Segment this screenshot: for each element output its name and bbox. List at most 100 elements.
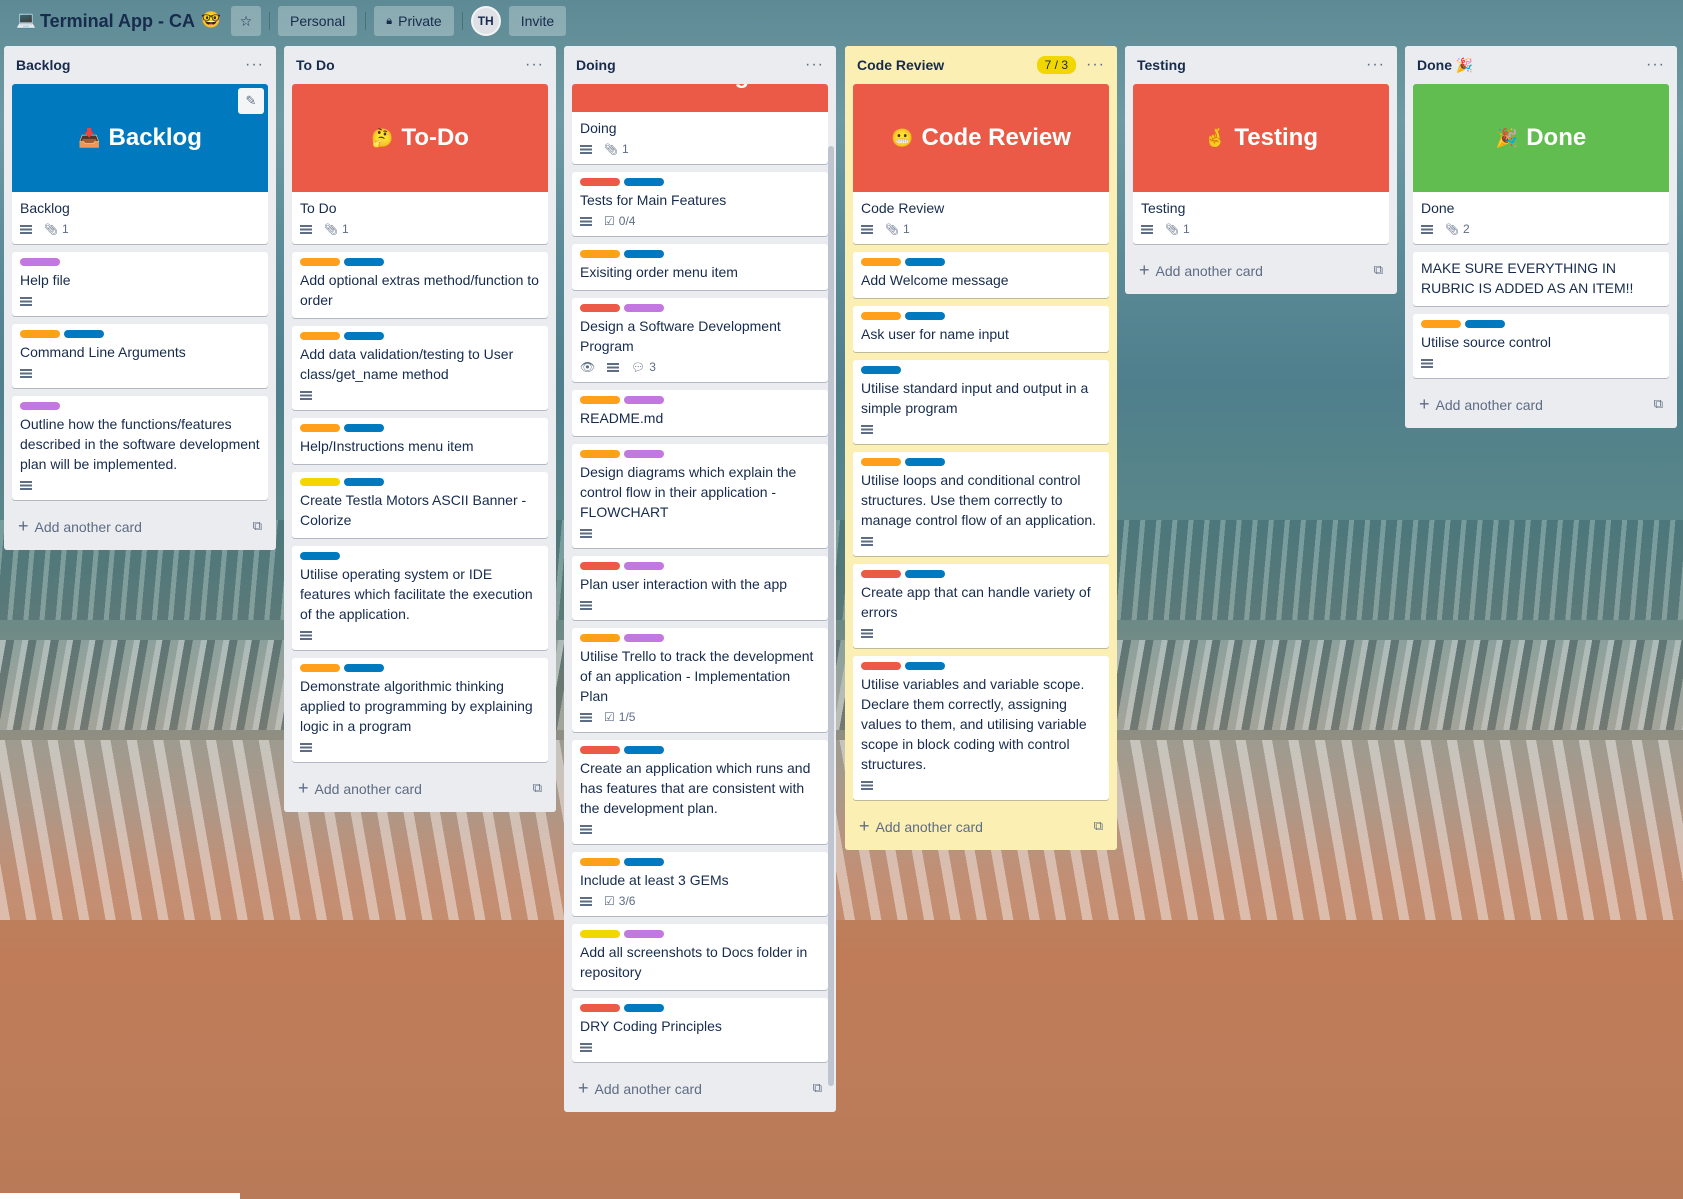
card[interactable]: Add Welcome message [853, 252, 1109, 298]
cover-card[interactable]: 📥 Backlog ✎ Backlog 📎︎ 1 [12, 84, 268, 244]
label-blue[interactable] [905, 662, 945, 670]
label-blue[interactable] [861, 366, 901, 374]
list-menu-icon[interactable]: ··· [525, 56, 544, 74]
template-icon[interactable]: ⧉ [1654, 396, 1663, 412]
list-title[interactable]: To Do [296, 57, 335, 73]
template-icon[interactable]: ⧉ [1374, 262, 1383, 278]
label-orange[interactable] [861, 458, 901, 466]
list-title[interactable]: Backlog [16, 57, 70, 73]
label-blue[interactable] [624, 858, 664, 866]
add-card-button[interactable]: + Add another card ⧉ [292, 770, 548, 806]
card[interactable]: Design a Software Development Program 👁︎ 💬… [572, 298, 828, 382]
label-red[interactable] [580, 746, 620, 754]
template-icon[interactable]: ⧉ [533, 780, 542, 796]
cover-card[interactable]: 🎉 Done Done 📎︎ 2 [1413, 84, 1669, 244]
label-yellow[interactable] [580, 930, 620, 938]
cover-card[interactable]: 😬DoingDoing📎︎1 [572, 84, 828, 164]
label-blue[interactable] [624, 178, 664, 186]
add-card-button[interactable]: + Add another card ⧉ [1413, 386, 1669, 422]
label-blue[interactable] [905, 258, 945, 266]
board-title[interactable]: 💻 Terminal App - CA 🤓 [16, 11, 221, 32]
template-icon[interactable]: ⧉ [253, 518, 262, 534]
card[interactable]: Add all screenshots to Docs folder in re… [572, 924, 828, 990]
label-purple[interactable] [624, 562, 664, 570]
add-card-button[interactable]: + Add another card ⧉ [1133, 252, 1389, 288]
invite-button[interactable]: Invite [508, 6, 567, 36]
card[interactable]: Design diagrams which explain the contro… [572, 444, 828, 548]
template-icon[interactable]: ⧉ [813, 1080, 822, 1096]
list-menu-icon[interactable]: ··· [1366, 56, 1385, 74]
list-menu-icon[interactable]: ··· [805, 56, 824, 74]
label-orange[interactable] [300, 424, 340, 432]
label-purple[interactable] [624, 930, 664, 938]
template-icon[interactable]: ⧉ [1094, 818, 1103, 834]
add-card-button[interactable]: + Add another card ⧉ [12, 508, 268, 544]
label-orange[interactable] [300, 664, 340, 672]
card[interactable]: MAKE SURE EVERYTHING IN RUBRIC IS ADDED … [1413, 252, 1669, 306]
label-blue[interactable] [344, 664, 384, 672]
label-red[interactable] [580, 1004, 620, 1012]
label-orange[interactable] [580, 396, 620, 404]
visibility-button[interactable]: 🔒︎ Private [374, 6, 454, 36]
card[interactable]: Utilise Trello to track the development … [572, 628, 828, 732]
card[interactable]: Help file [12, 252, 268, 316]
label-blue[interactable] [905, 570, 945, 578]
card[interactable]: Demonstrate algorithmic thinking applied… [292, 658, 548, 762]
edit-icon[interactable]: ✎ [238, 88, 264, 114]
card[interactable]: Add data validation/testing to User clas… [292, 326, 548, 410]
cover-card[interactable]: 😬 Code Review Code Review 📎︎ 1 [853, 84, 1109, 244]
cover-card[interactable]: 🤞 Testing Testing 📎︎ 1 [1133, 84, 1389, 244]
label-blue[interactable] [64, 330, 104, 338]
add-card-button[interactable]: + Add another card ⧉ [572, 1070, 828, 1106]
card[interactable]: Utilise variables and variable scope. De… [853, 656, 1109, 800]
label-blue[interactable] [624, 1004, 664, 1012]
label-orange[interactable] [580, 250, 620, 258]
card[interactable]: Include at least 3 GEMs ☑ 3/6 [572, 852, 828, 916]
team-visibility-button[interactable]: Personal [278, 6, 358, 36]
card[interactable]: Utilise source control [1413, 314, 1669, 378]
card[interactable]: Outline how the functions/features descr… [12, 396, 268, 500]
label-red[interactable] [580, 178, 620, 186]
label-orange[interactable] [861, 312, 901, 320]
card[interactable]: Plan user interaction with the app [572, 556, 828, 620]
label-purple[interactable] [624, 304, 664, 312]
label-red[interactable] [861, 570, 901, 578]
card[interactable]: Create app that can handle variety of er… [853, 564, 1109, 648]
label-orange[interactable] [20, 330, 60, 338]
label-blue[interactable] [1465, 320, 1505, 328]
member-avatar[interactable]: TH [470, 6, 501, 36]
card[interactable]: Utilise standard input and output in a s… [853, 360, 1109, 444]
card[interactable]: DRY Coding Principles [572, 998, 828, 1062]
star-button[interactable]: ☆ [231, 6, 262, 36]
card[interactable]: Help/Instructions menu item [292, 418, 548, 464]
card[interactable]: Command Line Arguments [12, 324, 268, 388]
cover-card[interactable]: 🤔 To-Do To Do 📎︎ 1 [292, 84, 548, 244]
label-red[interactable] [580, 562, 620, 570]
label-blue[interactable] [344, 424, 384, 432]
label-blue[interactable] [905, 312, 945, 320]
card[interactable]: Utilise operating system or IDE features… [292, 546, 548, 650]
add-card-button[interactable]: + Add another card ⧉ [853, 808, 1109, 844]
label-blue[interactable] [905, 458, 945, 466]
label-orange[interactable] [300, 332, 340, 340]
label-blue[interactable] [344, 258, 384, 266]
card[interactable]: README.md [572, 390, 828, 436]
card[interactable]: Ask user for name input [853, 306, 1109, 352]
label-blue[interactable] [624, 746, 664, 754]
label-purple[interactable] [20, 258, 60, 266]
label-purple[interactable] [624, 634, 664, 642]
card[interactable]: Exisiting order menu item [572, 244, 828, 290]
label-blue[interactable] [300, 552, 340, 560]
list-menu-icon[interactable]: ··· [245, 56, 264, 74]
list-title[interactable]: Testing [1137, 57, 1186, 73]
label-blue[interactable] [624, 250, 664, 258]
card[interactable]: Tests for Main Features ☑ 0/4 [572, 172, 828, 236]
list-menu-icon[interactable]: ··· [1086, 56, 1105, 74]
label-red[interactable] [580, 304, 620, 312]
label-blue[interactable] [344, 478, 384, 486]
label-orange[interactable] [861, 258, 901, 266]
label-yellow[interactable] [300, 478, 340, 486]
label-orange[interactable] [1421, 320, 1461, 328]
label-blue[interactable] [344, 332, 384, 340]
list-scrollbar[interactable] [828, 146, 834, 1086]
